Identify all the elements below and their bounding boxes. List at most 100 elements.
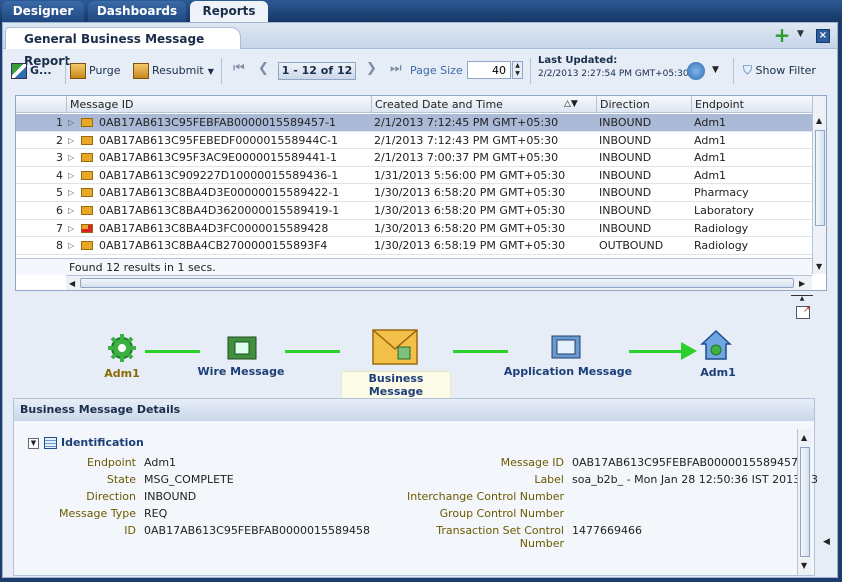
- last-updated-label: Last Updated:: [538, 55, 618, 66]
- table-footer: Found 12 results in 1 secs.: [16, 258, 812, 275]
- wire-message-icon[interactable]: [227, 336, 257, 360]
- resubmit-button[interactable]: Resubmit ▼: [133, 62, 214, 80]
- cell-direction: INBOUND: [599, 151, 652, 165]
- cell-created-date: 1/30/2013 6:58:20 PM GMT+05:30: [374, 204, 566, 217]
- chevron-down-icon[interactable]: ▼: [797, 29, 804, 39]
- envelope-icon: [81, 241, 93, 251]
- cell-direction: OUTBOUND: [599, 239, 664, 253]
- column-header-endpoint[interactable]: Endpoint: [691, 96, 812, 113]
- flow-source-label: Adm1: [104, 367, 140, 380]
- previous-page-icon[interactable]: ❮: [258, 61, 269, 76]
- page-size-spinner[interactable]: ▲ ▼: [512, 61, 523, 79]
- add-icon[interactable]: +: [773, 25, 791, 45]
- cell-direction: INBOUND: [599, 116, 652, 129]
- report-tab[interactable]: General Business Message Report: [5, 27, 241, 68]
- flow-connector: [285, 350, 340, 353]
- table-row[interactable]: 2 ▷ 0AB17AB613C95FEBEDF000001558944C-1 2/1/…: [16, 132, 812, 150]
- cell-endpoint: Laboratory: [694, 204, 754, 217]
- details-title: Business Message Details: [14, 399, 814, 421]
- gear-icon[interactable]: [107, 333, 137, 363]
- detach-icon[interactable]: ↗: [796, 305, 811, 319]
- purge-label: Purge: [89, 64, 121, 77]
- flow-application-label[interactable]: Application Message: [503, 365, 633, 378]
- application-message-icon[interactable]: [551, 335, 581, 359]
- row-number: 2: [56, 133, 63, 147]
- purge-icon: [70, 63, 86, 79]
- tab-dashboards[interactable]: Dashboards: [88, 1, 186, 22]
- table-row[interactable]: 3 ▷ 0AB17AB613C95F3AC9E0000015589441-1 2/1/…: [16, 149, 812, 167]
- field-value: MSG_COMPLETE: [144, 473, 234, 486]
- identification-section-header[interactable]: Identification: [61, 436, 144, 449]
- scroll-down-icon[interactable]: ▼: [816, 262, 822, 271]
- refresh-icon[interactable]: [687, 62, 705, 80]
- scroll-up-icon[interactable]: ▲: [801, 433, 807, 442]
- resubmit-label: Resubmit: [152, 64, 204, 77]
- page-size-label: Page Size: [410, 64, 463, 77]
- table-row[interactable]: 8 ▷ 0AB17AB613C8BA4CB2700000155893F4 1/30/2…: [16, 237, 812, 255]
- cell-created-date: 1/30/2013 6:58:20 PM GMT+05:30: [374, 221, 566, 235]
- close-icon[interactable]: ×: [816, 29, 830, 43]
- scrollbar-thumb[interactable]: [80, 278, 794, 288]
- expand-icon[interactable]: ▷: [68, 220, 74, 237]
- next-page-icon[interactable]: ❯: [366, 61, 377, 76]
- business-message-icon[interactable]: [372, 329, 418, 365]
- envelope-icon: [81, 118, 93, 127]
- expand-icon[interactable]: ▷: [68, 149, 74, 166]
- details-vertical-scrollbar[interactable]: ▲ ▼: [797, 429, 811, 575]
- row-number: 3: [56, 151, 63, 165]
- scroll-up-icon[interactable]: ▲: [816, 116, 822, 125]
- column-header-direction[interactable]: Direction: [596, 96, 691, 113]
- row-number: 4: [56, 168, 63, 182]
- scroll-left-icon[interactable]: ◀: [69, 279, 75, 288]
- row-number: 1: [56, 116, 63, 129]
- chevron-down-icon: ▼: [207, 67, 214, 76]
- page-size-input[interactable]: [467, 61, 511, 79]
- column-header-created-date[interactable]: Created Date and Time △▼: [371, 96, 596, 113]
- purge-button[interactable]: Purge: [70, 62, 121, 80]
- row-number: 5: [56, 186, 63, 200]
- cell-message-id: 0AB17AB613C95F3AC9E0000015589441-1: [99, 151, 338, 165]
- splitter-handle[interactable]: ▲: [791, 295, 813, 302]
- expand-icon[interactable]: ▷: [68, 202, 74, 219]
- table-vertical-scrollbar[interactable]: ▲ ▼: [812, 96, 826, 274]
- expand-icon[interactable]: ▷: [68, 167, 74, 184]
- table-row[interactable]: 5 ▷ 0AB17AB613C8BA4D3E00000015589422-1 1/30…: [16, 184, 812, 202]
- tab-designer[interactable]: Designer: [2, 1, 84, 22]
- home-endpoint-icon[interactable]: [700, 329, 732, 361]
- expand-icon[interactable]: ▷: [68, 132, 74, 149]
- scroll-down-icon[interactable]: ▼: [801, 561, 807, 570]
- field-label: State: [106, 473, 136, 486]
- collapse-pane-icon[interactable]: ◀: [823, 537, 830, 547]
- show-filter-button[interactable]: ⛉ Show Filter: [743, 63, 816, 78]
- column-header-message-id[interactable]: Message ID: [66, 96, 371, 113]
- table-horizontal-scrollbar[interactable]: ◀ ▶: [66, 275, 812, 290]
- cell-endpoint: Radiology: [694, 221, 749, 235]
- scrollbar-thumb[interactable]: [800, 447, 810, 557]
- table-row[interactable]: 1 ▷ 0AB17AB613C95FEBFAB0000015589457-1 2/1/…: [16, 114, 812, 132]
- chevron-down-icon[interactable]: ▼: [712, 65, 719, 75]
- flow-connector: [145, 350, 200, 353]
- flow-business-label[interactable]: Business Message: [341, 371, 451, 399]
- tab-reports[interactable]: Reports: [190, 1, 268, 22]
- last-page-icon[interactable]: ⏭: [390, 61, 402, 76]
- collapse-icon[interactable]: ▼: [28, 438, 39, 449]
- sort-icon[interactable]: △▼: [564, 96, 578, 113]
- messages-table: Message ID Created Date and Time △▼ Dire…: [15, 95, 827, 291]
- table-row[interactable]: 4 ▷ 0AB17AB613C909227D10000015589436-1 1/31…: [16, 167, 812, 185]
- cell-message-id: 0AB17AB613C8BA4D3FC0000015589428: [99, 221, 329, 235]
- flow-wire-label[interactable]: Wire Message: [191, 365, 291, 378]
- expand-icon[interactable]: ▷: [68, 114, 74, 131]
- envelope-icon: [81, 188, 93, 198]
- table-row[interactable]: 7 ▷ 0AB17AB613C8BA4D3FC0000015589428 1/30/2…: [16, 220, 812, 238]
- expand-icon[interactable]: ▷: [68, 237, 74, 254]
- table-row[interactable]: 6 ▷ 0AB17AB613C8BA4D3620000015589419-1 1/30…: [16, 202, 812, 220]
- report-toolbar: G... Purge Resubmit ▼ ⏮ ❮ 1 - 12 of 12 ❯ …: [3, 50, 837, 90]
- first-page-icon[interactable]: ⏮: [233, 61, 245, 76]
- scrollbar-thumb[interactable]: [815, 130, 825, 226]
- export-icon: [11, 63, 27, 79]
- field-value: soa_b2b_ - Mon Jan 28 12:50:36 IST 2013 …: [572, 473, 819, 486]
- export-button[interactable]: G...: [11, 62, 52, 80]
- scroll-right-icon[interactable]: ▶: [799, 279, 805, 288]
- envelope-icon: [81, 170, 93, 180]
- expand-icon[interactable]: ▷: [68, 184, 74, 201]
